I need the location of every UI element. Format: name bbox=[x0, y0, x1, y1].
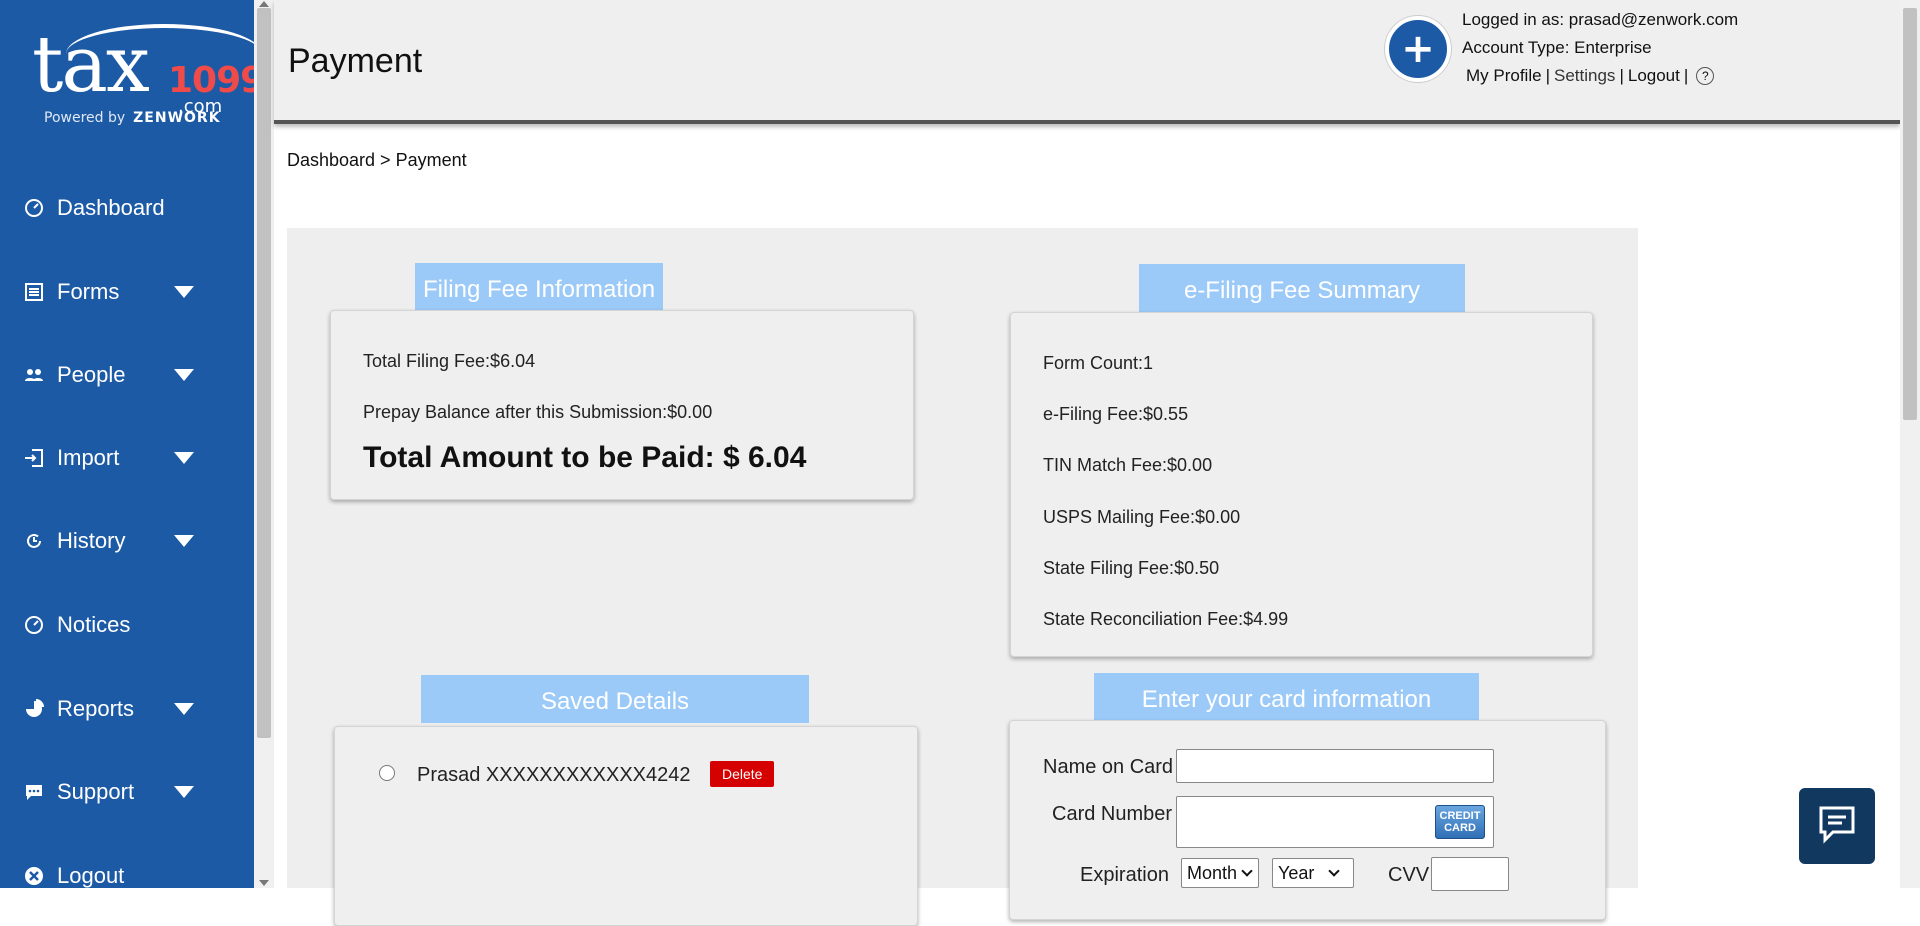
name-on-card-label: Name on Card bbox=[1043, 756, 1174, 778]
expiration-label: Expiration bbox=[1080, 864, 1169, 886]
add-button[interactable]: + bbox=[1385, 16, 1451, 82]
scroll-up-icon[interactable] bbox=[259, 1, 269, 7]
sidebar-item-import[interactable]: Import bbox=[0, 434, 254, 482]
people-icon bbox=[24, 365, 44, 385]
efiling-summary-heading: e-Filing Fee Summary bbox=[1139, 264, 1465, 312]
user-info: Logged in as: prasad@zenwork.com Account… bbox=[1462, 6, 1738, 90]
sidebar-item-reports[interactable]: Reports bbox=[0, 685, 254, 733]
plus-icon: + bbox=[1401, 26, 1435, 72]
help-icon[interactable]: ? bbox=[1696, 67, 1715, 85]
month-value: Month bbox=[1187, 862, 1238, 883]
expiration-month-select[interactable]: Month bbox=[1181, 858, 1259, 888]
form-count: Form Count:1 bbox=[1043, 353, 1154, 373]
chevron-down-icon[interactable] bbox=[174, 703, 194, 715]
delete-button[interactable]: Delete bbox=[710, 761, 775, 787]
powered-by-text: Powered by bbox=[44, 110, 126, 126]
powered-brand: ZENWORK bbox=[133, 110, 221, 126]
notices-icon bbox=[24, 615, 44, 635]
expiration-year-select[interactable]: Year bbox=[1272, 858, 1354, 888]
support-icon bbox=[24, 782, 44, 802]
total-amount: Total Amount to be Paid: $ 6.04 bbox=[363, 441, 807, 474]
sidebar-item-label: People bbox=[57, 362, 126, 387]
filing-fee-heading: Filing Fee Information bbox=[415, 263, 663, 311]
forms-icon bbox=[24, 282, 44, 302]
chevron-down-icon[interactable] bbox=[174, 369, 194, 381]
cvv-label: CVV bbox=[1388, 864, 1430, 886]
reports-icon bbox=[24, 699, 44, 719]
saved-card-radio[interactable] bbox=[379, 765, 395, 781]
page-header: Payment + Logged in as: prasad@zenwork.c… bbox=[274, 0, 1900, 124]
sidebar-item-label: Forms bbox=[57, 279, 120, 304]
efiling-summary-card: Form Count:1 e-Filing Fee:$0.55 TIN Matc… bbox=[1010, 312, 1593, 657]
state-filing-fee: State Filing Fee:$0.50 bbox=[1043, 558, 1220, 578]
sidebar-item-label: Notices bbox=[57, 612, 131, 637]
account-type: Account Type: Enterprise bbox=[1462, 38, 1652, 57]
main-scroll-thumb[interactable] bbox=[1903, 8, 1917, 420]
name-on-card-input[interactable] bbox=[1176, 749, 1494, 783]
card-info-heading: Enter your card information bbox=[1094, 673, 1479, 721]
card-number-label: Card Number bbox=[1052, 803, 1173, 825]
user-links: My Profile | Settings | Logout | ? bbox=[1466, 62, 1738, 90]
payment-content: Filing Fee Information Total Filing Fee:… bbox=[287, 228, 1638, 926]
chevron-down-icon[interactable] bbox=[174, 535, 194, 547]
chevron-down-icon bbox=[1328, 865, 1341, 877]
sidebar-item-label: Logout bbox=[57, 863, 125, 888]
saved-details-card: Prasad XXXXXXXXXXXX4242 Delete bbox=[334, 726, 918, 926]
chevron-down-icon bbox=[1241, 865, 1253, 877]
saved-details-heading: Saved Details bbox=[421, 675, 809, 723]
chevron-down-icon[interactable] bbox=[174, 286, 194, 298]
sidebar-item-label: Reports bbox=[57, 696, 135, 721]
history-icon bbox=[24, 531, 44, 551]
sidebar-scrollbar[interactable] bbox=[254, 0, 274, 888]
sidebar-item-dashboard[interactable]: Dashboard bbox=[0, 184, 254, 232]
scroll-down-icon[interactable] bbox=[259, 880, 269, 886]
prepay-balance: Prepay Balance after this Submission:$0.… bbox=[363, 402, 713, 422]
chat-button[interactable] bbox=[1799, 788, 1875, 864]
sidebar-item-label: Import bbox=[57, 445, 120, 470]
chevron-down-icon[interactable] bbox=[174, 786, 194, 798]
year-value: Year bbox=[1278, 862, 1315, 883]
link-separator: | bbox=[1545, 66, 1550, 85]
logo-main: tax bbox=[32, 20, 150, 110]
sidebar-item-label: Support bbox=[57, 779, 135, 804]
state-reconciliation-fee: State Reconciliation Fee:$4.99 bbox=[1043, 609, 1289, 629]
tin-match-fee: TIN Match Fee:$0.00 bbox=[1043, 455, 1213, 475]
import-icon bbox=[24, 448, 44, 468]
logged-in-as: Logged in as: prasad@zenwork.com bbox=[1462, 10, 1739, 29]
logo-number: 1099 bbox=[168, 60, 265, 101]
sidebar-item-label: History bbox=[57, 528, 126, 553]
chevron-down-icon[interactable] bbox=[174, 452, 194, 464]
cvv-input[interactable] bbox=[1431, 857, 1509, 891]
logout-icon bbox=[24, 866, 44, 886]
sidebar-item-label: Dashboard bbox=[57, 195, 165, 220]
sidebar-item-notices[interactable]: Notices bbox=[0, 601, 254, 649]
total-filing-fee: Total Filing Fee:$6.04 bbox=[363, 351, 536, 371]
logout-link[interactable]: Logout bbox=[1628, 62, 1680, 90]
my-profile-link[interactable]: My Profile bbox=[1466, 62, 1542, 90]
saved-card-label: Prasad XXXXXXXXXXXX4242 bbox=[417, 764, 691, 786]
breadcrumb: Dashboard > Payment bbox=[287, 150, 467, 170]
sidebar-scroll-thumb[interactable] bbox=[257, 8, 271, 738]
sidebar: tax 1099 .com Powered by ZENWORK Dashboar… bbox=[0, 0, 265, 888]
sidebar-item-forms[interactable]: Forms bbox=[0, 268, 254, 316]
usps-mailing-fee: USPS Mailing Fee:$0.00 bbox=[1043, 507, 1241, 527]
card-info-card: Name on Card Card Number CREDIT CARD Exp… bbox=[1009, 720, 1606, 920]
link-separator: | bbox=[1683, 66, 1689, 85]
link-separator: | bbox=[1619, 66, 1624, 85]
sidebar-item-people[interactable]: People bbox=[0, 351, 254, 399]
filing-fee-card: Total Filing Fee:$6.04 Prepay Balance af… bbox=[330, 310, 914, 500]
sidebar-item-logout[interactable]: Logout bbox=[0, 852, 254, 900]
dashboard-icon bbox=[24, 198, 44, 218]
tax1099-logo[interactable]: tax 1099 .com Powered by ZENWORK bbox=[28, 18, 265, 133]
credit-card-icon: CREDIT CARD bbox=[1435, 805, 1485, 839]
powered-by: Powered by ZENWORK bbox=[44, 110, 221, 126]
sidebar-item-history[interactable]: History bbox=[0, 517, 254, 565]
settings-link[interactable]: Settings bbox=[1554, 62, 1615, 90]
sidebar-item-support[interactable]: Support bbox=[0, 768, 254, 816]
efiling-fee: e-Filing Fee:$0.55 bbox=[1043, 404, 1189, 424]
page-title: Payment bbox=[288, 42, 423, 80]
main-scrollbar[interactable] bbox=[1900, 0, 1920, 888]
chat-icon bbox=[1817, 804, 1857, 848]
